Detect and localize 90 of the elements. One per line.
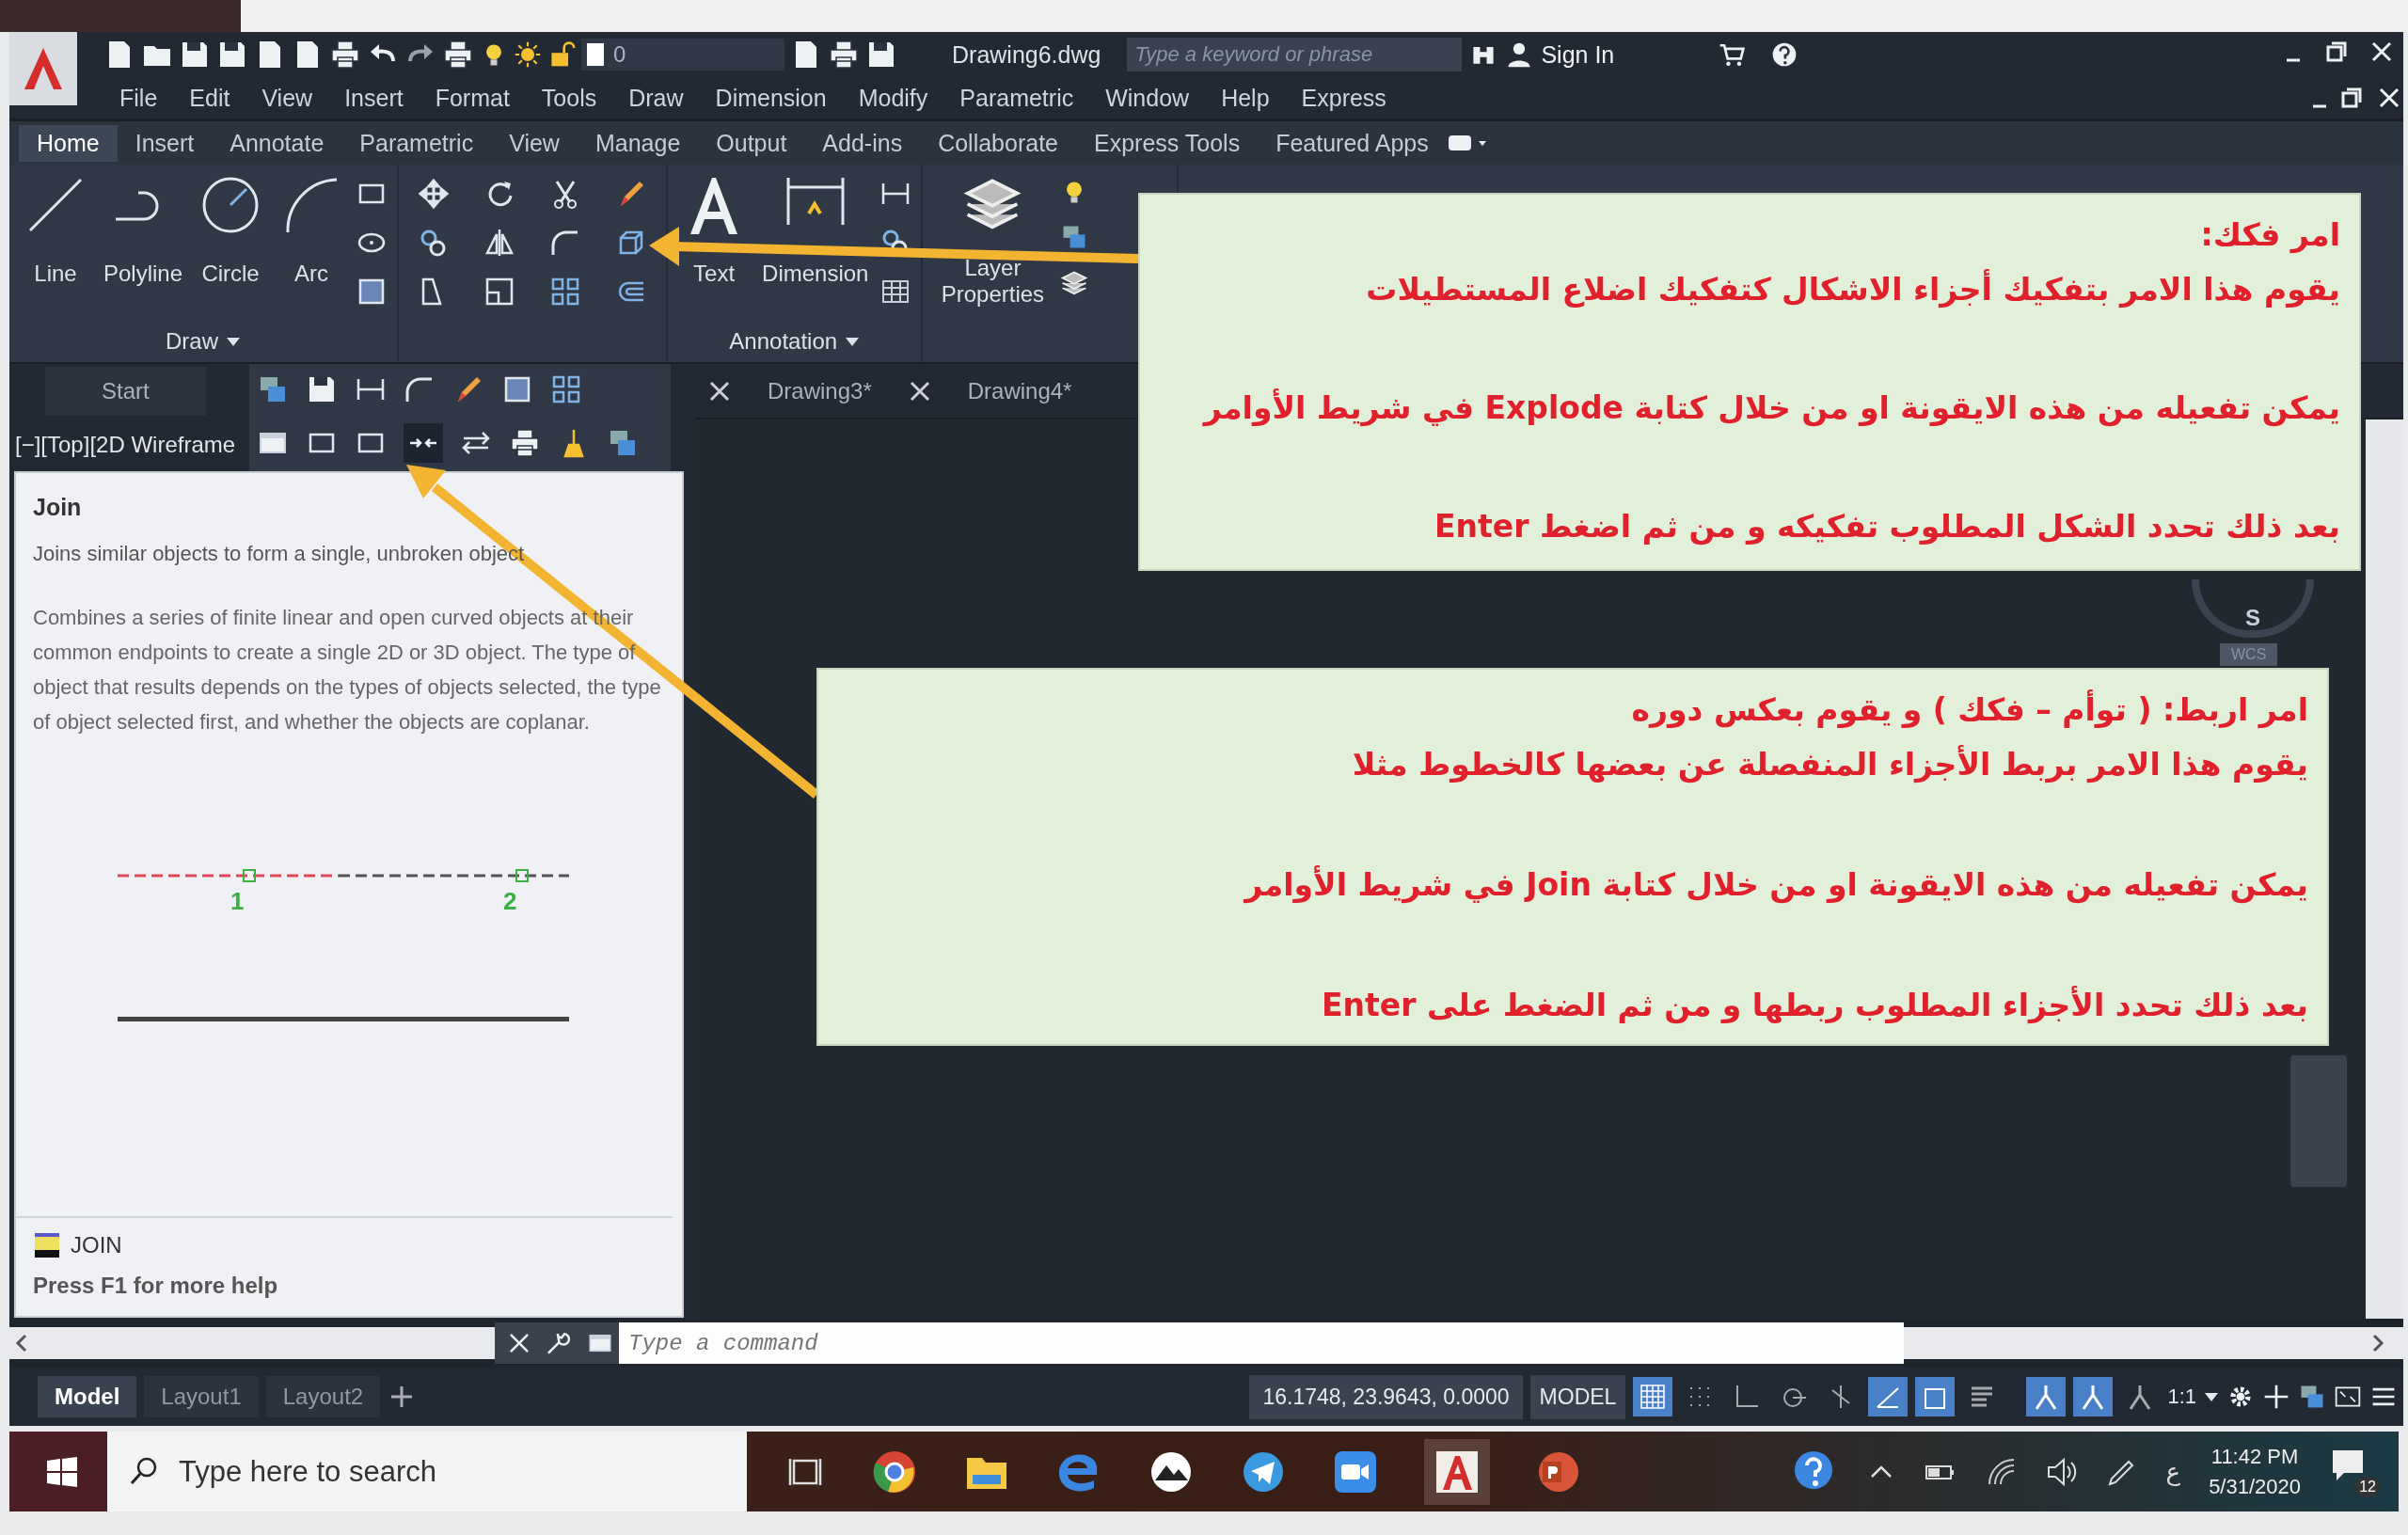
callout-heading: امر اربط: ( توأم – فكك ) و يقوم بعكس دوره (1631, 688, 2308, 731)
caret-icon[interactable] (226, 336, 242, 347)
document-title: Drawing6.dwg (952, 40, 1101, 69)
ribbon-tab[interactable]: Add-ins (804, 124, 921, 162)
layer-properties-button[interactable]: Layer Properties (932, 172, 1054, 362)
callout-text: بعد ذلك تحدد الأجزاء المطلوب ربطها و من ثم الضغط على Enter (1321, 985, 2308, 1026)
ribbon-tab[interactable]: Insert (117, 124, 213, 162)
caret-icon[interactable] (845, 336, 861, 347)
menu-item[interactable]: View (246, 84, 329, 112)
file-tab[interactable]: Start (45, 366, 206, 416)
dimension-tool-button[interactable]: Dimension (758, 172, 873, 328)
menu-item[interactable]: Insert (328, 84, 420, 112)
print-icon[interactable] (828, 39, 860, 71)
callout-text: يمكن تفعيله من هذه الايقونة او من خلال كتابة Join في شريط الأوامر (1244, 864, 2308, 906)
chevron-right-icon[interactable] (2371, 1334, 2384, 1353)
taskbar-search-field[interactable]: Type here to search (107, 1432, 747, 1511)
ribbon-tab[interactable]: Collaborate (920, 124, 1076, 162)
help-hint: Press F1 for more help (33, 1273, 279, 1299)
viewport-label[interactable]: [−][Top][2D Wireframe (9, 431, 236, 458)
menu-item[interactable]: Parametric (943, 84, 1090, 112)
application-logo[interactable] (9, 32, 77, 105)
ribbon-tab[interactable]: Manage (577, 124, 699, 162)
print-icon[interactable] (442, 39, 474, 71)
callout-text: يقوم هذا الامر بربط الأجزاء المنفصلة عن بعضها كالخطوط مثلا (1352, 744, 2308, 785)
ribbon-tab[interactable]: Output (698, 124, 805, 162)
vertical-scrollbar[interactable] (2366, 419, 2403, 1319)
grid-icon (1639, 1383, 1668, 1411)
move-icon[interactable] (418, 178, 451, 210)
draw-tool-button[interactable]: Arc (275, 172, 349, 328)
annotation-scale-button[interactable]: 1:1 (2167, 1385, 2196, 1409)
point-marker: 2 (503, 887, 517, 916)
frame-toggle[interactable] (1915, 1377, 1956, 1416)
draw-tool-button[interactable]: Circle (194, 172, 268, 328)
tooltip-title: Join (33, 494, 83, 521)
sign-in-link[interactable]: Sign In (1541, 40, 1692, 69)
annoauto-toggle[interactable] (2073, 1377, 2114, 1416)
panel-title[interactable]: Draw (166, 328, 219, 355)
ribbon-tab[interactable]: Annotate (212, 124, 342, 162)
ribbon-tab[interactable]: Featured Apps (1258, 124, 1447, 162)
horizontal-scrollbar[interactable] (9, 1327, 495, 1359)
layer-dropdown[interactable]: 0 (581, 39, 784, 71)
command-name: JOIN (71, 1232, 122, 1258)
viewcube-compass[interactable]: S (2192, 579, 2314, 638)
ribbon-tab[interactable]: View (491, 124, 578, 162)
menu-item[interactable]: Modify (842, 84, 944, 112)
notifications-button[interactable]: 12 (2329, 1446, 2380, 1497)
print-icon[interactable] (329, 39, 361, 71)
ribbon-tab[interactable]: Parametric (341, 124, 492, 162)
menu-item[interactable]: Window (1089, 84, 1206, 112)
sun-icon[interactable] (514, 40, 542, 69)
draw-tool-button[interactable]: Line (19, 172, 92, 328)
draw-tool-button[interactable]: Polyline (100, 172, 187, 328)
plus-icon[interactable] (2262, 1383, 2290, 1411)
layout-tab[interactable]: Layout1 (144, 1376, 259, 1417)
menu-item[interactable]: Express (1285, 84, 1402, 112)
menu-item[interactable]: Draw (612, 84, 700, 112)
menu-item[interactable]: Edit (173, 84, 246, 112)
menu-item[interactable]: Dimension (699, 84, 843, 112)
callout-text: بعد ذلك تحدد الشكل المطلوب تفكيكه و من ثم اضغط Enter (1434, 507, 2340, 547)
point-marker: 1 (230, 887, 245, 916)
menu-item[interactable]: Help (1205, 84, 1286, 112)
file-tab[interactable]: Drawing3* (739, 368, 900, 414)
input-language[interactable]: ع (2165, 1457, 2181, 1486)
callout-text: يقوم هذا الامر بتفكيك أجزاء الاشكال كتفكيك اضلاع المستطيلات (1366, 268, 2340, 310)
caret-icon[interactable] (2204, 1391, 2219, 1402)
search-field[interactable]: Type a keyword or phrase (1127, 38, 1463, 71)
coordinates-readout: 16.1748, 23.9643, 0.0000 (1249, 1374, 1523, 1419)
panel-title[interactable]: Annotation (729, 328, 838, 355)
clock[interactable]: 11:42 PM 5/31/2020 (2209, 1444, 2301, 1499)
speaker-icon[interactable] (2045, 1455, 2078, 1488)
grid-toggle[interactable] (1633, 1377, 1673, 1416)
layout-tab[interactable]: Model (38, 1376, 137, 1417)
annoscale-toggle[interactable] (2026, 1377, 2067, 1416)
file-tab[interactable]: Drawing4* (939, 368, 1101, 414)
windows-start-icon[interactable] (45, 1454, 79, 1489)
ribbon-tab[interactable]: Home (19, 124, 118, 162)
menu-item[interactable]: Format (419, 84, 526, 112)
horizontal-scrollbar[interactable] (1904, 1327, 2403, 1359)
dynucs-toggle[interactable] (1868, 1377, 1909, 1416)
menu-item[interactable]: File (103, 84, 174, 112)
layout-tab[interactable]: Layout2 (265, 1376, 381, 1417)
ribbon-tab[interactable]: Express Tools (1076, 124, 1259, 162)
mirror-icon[interactable] (483, 227, 516, 259)
callout-heading: امر فكك: (2200, 215, 2340, 256)
chevron-left-icon[interactable] (15, 1334, 28, 1353)
text-tool-button[interactable]: Text (677, 172, 752, 328)
menu-item[interactable]: Tools (525, 84, 613, 112)
model-space-button[interactable]: MODEL (1529, 1374, 1626, 1419)
join-command-icon (33, 1231, 61, 1259)
command-field[interactable]: Type a command (619, 1322, 1904, 1364)
